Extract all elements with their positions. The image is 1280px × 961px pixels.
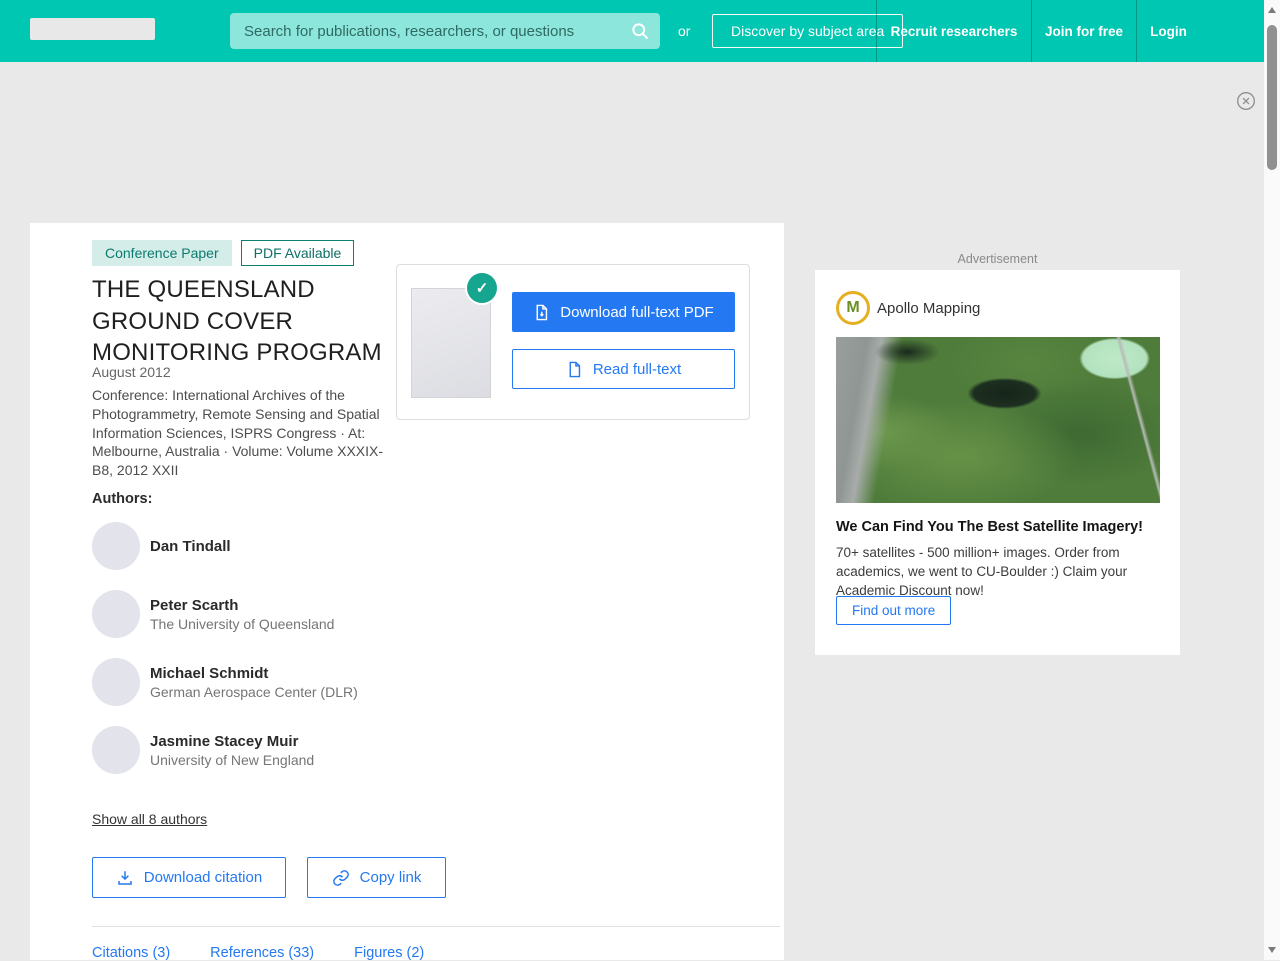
download-fulltext-label: Download full-text PDF [560, 303, 714, 321]
satellite-imagery-photo[interactable] [836, 337, 1160, 503]
file-icon [566, 361, 583, 378]
author-row[interactable]: Dan Tindall [92, 522, 412, 570]
author-name[interactable]: Jasmine Stacey Muir [150, 733, 314, 750]
scrollbar-thumb[interactable] [1267, 25, 1277, 170]
page-title: THE QUEENSLAND GROUND COVER MONITORING P… [92, 276, 382, 367]
pdf-available-badge: PDF Available [240, 240, 355, 266]
download-fulltext-pdf-button[interactable]: Download full-text PDF [512, 292, 735, 332]
author-row[interactable]: Peter Scarth The University of Queenslan… [92, 590, 412, 638]
publication-date: August 2012 [92, 364, 171, 380]
close-icon[interactable] [1236, 91, 1256, 111]
download-citation-label: Download citation [143, 869, 263, 886]
authors-list: Dan Tindall Peter Scarth The University … [92, 522, 412, 774]
avatar[interactable] [92, 726, 140, 774]
search-icon[interactable] [630, 21, 650, 41]
download-icon [116, 869, 134, 887]
discover-by-subject-button[interactable]: Discover by subject area [712, 14, 904, 48]
scroll-up-arrow-icon[interactable] [1268, 7, 1276, 13]
publication-type-badge: Conference Paper [92, 240, 232, 266]
search-input[interactable] [230, 13, 660, 49]
publication-tabs: Citations (3) References (33) Figures (2… [92, 945, 424, 961]
fulltext-panel: ✓ Download full-text PDF Read full-text [396, 264, 750, 420]
badge-row: Conference Paper PDF Available [92, 240, 355, 266]
pdf-thumbnail[interactable] [411, 288, 491, 398]
download-citation-button[interactable]: Download citation [92, 857, 286, 898]
file-download-icon [533, 304, 550, 321]
advertiser-name[interactable]: Apollo Mapping [877, 300, 980, 317]
or-label: or [678, 23, 691, 39]
conference-info: Conference: International Archives of th… [92, 387, 384, 478]
nav-recruit-researchers[interactable]: Recruit researchers [876, 0, 1031, 62]
authors-label: Authors: [92, 491, 153, 507]
nav-join-for-free[interactable]: Join for free [1031, 0, 1136, 62]
avatar[interactable] [92, 522, 140, 570]
author-row[interactable]: Michael Schmidt German Aerospace Center … [92, 658, 412, 706]
advertisement-label: Advertisement [957, 252, 1038, 266]
apollo-mapping-logo-icon: M [836, 291, 870, 325]
tab-references[interactable]: References (33) [210, 945, 314, 961]
tab-citations[interactable]: Citations (3) [92, 945, 170, 961]
show-all-authors-link[interactable]: Show all 8 authors [92, 811, 207, 827]
find-out-more-button[interactable]: Find out more [836, 596, 952, 625]
author-row[interactable]: Jasmine Stacey Muir University of New En… [92, 726, 412, 774]
action-buttons: Download citation Copy link [92, 857, 446, 898]
author-affiliation: German Aerospace Center (DLR) [150, 683, 358, 700]
advertisement-card: M Apollo Mapping We Can Find You The Bes… [815, 270, 1180, 655]
avatar[interactable] [92, 590, 140, 638]
publication-card: Conference Paper PDF Available THE QUEEN… [30, 223, 784, 961]
top-navbar: or Discover by subject area Recruit rese… [0, 0, 1264, 62]
read-fulltext-label: Read full-text [592, 360, 682, 378]
scroll-down-arrow-icon[interactable] [1268, 947, 1276, 953]
search-bar [230, 13, 660, 49]
ad-headline: We Can Find You The Best Satellite Image… [836, 519, 1143, 535]
tab-figures[interactable]: Figures (2) [354, 945, 424, 961]
divider [92, 926, 780, 927]
top-nav-links: Recruit researchers Join for free Login [876, 0, 1200, 62]
read-fulltext-button[interactable]: Read full-text [512, 349, 735, 389]
author-affiliation: University of New England [150, 751, 315, 768]
site-logo[interactable] [30, 18, 155, 40]
nav-login[interactable]: Login [1136, 0, 1200, 62]
author-name[interactable]: Michael Schmidt [150, 665, 358, 682]
author-name[interactable]: Dan Tindall [150, 538, 231, 555]
check-icon: ✓ [467, 273, 497, 303]
avatar[interactable] [92, 658, 140, 706]
author-name[interactable]: Peter Scarth [150, 597, 334, 614]
author-affiliation: The University of Queensland [150, 615, 335, 632]
link-icon [332, 869, 350, 887]
scrollbar[interactable] [1264, 0, 1280, 960]
ad-body-text: 70+ satellites - 500 million+ images. Or… [836, 545, 1128, 599]
copy-link-button[interactable]: Copy link [307, 857, 446, 898]
copy-link-label: Copy link [359, 869, 422, 886]
